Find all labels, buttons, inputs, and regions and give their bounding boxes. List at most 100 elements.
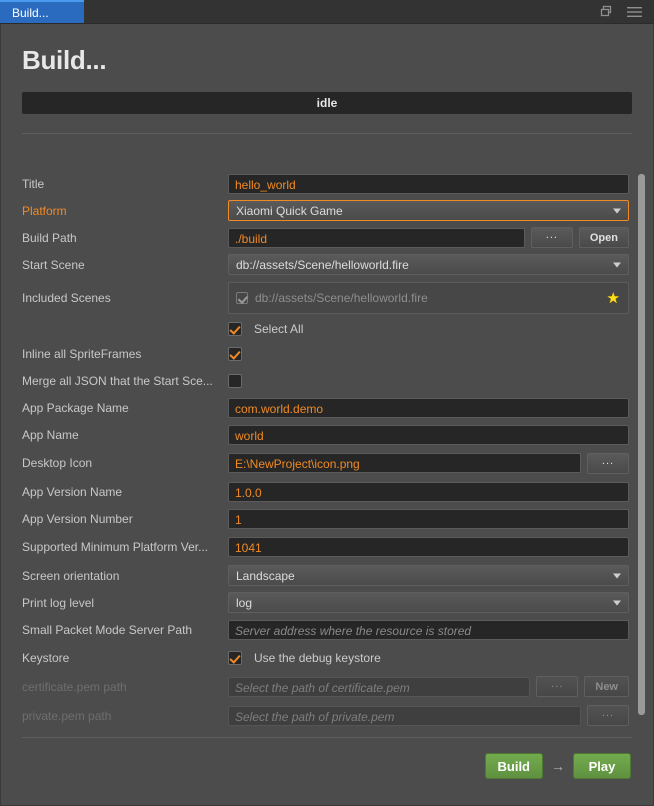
control-start-scene: db://assets/Scene/helloworld.fire [228, 254, 629, 275]
title-input[interactable]: hello_world [228, 173, 629, 194]
settings-scrollbar-thumb[interactable] [638, 174, 645, 716]
control-app-package-name: com.world.demo [228, 397, 629, 418]
build-button[interactable]: Build [484, 753, 543, 779]
control-print-log-level: log [228, 592, 629, 613]
row-keystore: Keystore Use the debug keystore [22, 643, 629, 672]
label-start-scene: Start Scene [22, 257, 85, 272]
screen-orientation-select[interactable]: Landscape [228, 565, 629, 586]
row-server-path: Small Packet Mode Server Path Server add… [22, 616, 629, 643]
label-keystore: Keystore [22, 650, 70, 665]
control-app-name: world [228, 424, 629, 445]
control-platform: Xiaomi Quick Game [228, 200, 629, 221]
min-platform-version-input[interactable]: 1041 [228, 537, 629, 557]
platform-select[interactable]: Xiaomi Quick Game [228, 200, 629, 221]
app-version-name-input[interactable]: 1.0.0 [228, 481, 629, 502]
control-server-path: Server address where the resource is sto… [228, 619, 629, 640]
label-title: Title [22, 176, 45, 191]
row-desktop-icon: Desktop Icon E:\NewProject\icon.png ... [22, 448, 629, 478]
control-min-platform-version: 1041 [228, 537, 629, 557]
row-debug: Debug [22, 730, 629, 737]
label-merge-json: Merge all JSON that the Start Sce... [22, 373, 213, 388]
header-divider [22, 133, 632, 134]
chevron-down-icon [613, 262, 621, 267]
label-included-scenes: Included Scenes [22, 291, 111, 305]
settings-scrollbar[interactable] [638, 171, 645, 735]
label-platform: Platform [22, 203, 67, 218]
play-button[interactable]: Play [573, 753, 631, 779]
row-included-scenes: Included Scenes db://assets/Scene/hellow… [22, 278, 629, 318]
app-package-name-input[interactable]: com.world.demo [228, 397, 629, 418]
page-title: Build... [22, 45, 107, 75]
server-path-input[interactable]: Server address where the resource is sto… [228, 619, 629, 640]
included-scenes-list[interactable]: db://assets/Scene/helloworld.fire ★ [228, 282, 629, 314]
build-status-text: idle [316, 96, 338, 110]
build-path-open-button[interactable]: Open [578, 227, 629, 248]
label-desktop-icon: Desktop Icon [22, 456, 93, 470]
star-icon: ★ [606, 289, 620, 307]
desktop-icon-browse-button[interactable]: ... [587, 452, 629, 474]
control-desktop-icon: E:\NewProject\icon.png ... [228, 452, 629, 474]
control-select-all: Select All [228, 322, 629, 336]
row-min-platform-version: Supported Minimum Platform Ver... 1041 [22, 532, 629, 562]
row-private-pem: private.pem path Select the path of priv… [22, 701, 629, 730]
platform-select-value: Xiaomi Quick Game [236, 203, 343, 218]
app-name-input[interactable]: world [228, 424, 629, 445]
tab-bar-spacer [84, 0, 600, 23]
footer: Build → Play [1, 737, 653, 805]
app-version-number-input[interactable]: 1 [228, 508, 629, 529]
control-certificate-pem: Select the path of certificate.pem ... N… [228, 676, 629, 697]
label-min-platform-version: Supported Minimum Platform Ver... [22, 540, 209, 554]
control-included-scenes: db://assets/Scene/helloworld.fire ★ [228, 282, 629, 314]
restore-window-icon[interactable] [600, 5, 613, 18]
label-inline-spriteframes: Inline all SpriteFrames [22, 346, 142, 361]
control-screen-orientation: Landscape [228, 565, 629, 586]
screen-orientation-select-value: Landscape [236, 568, 295, 583]
control-build-path: ./build ... Open [228, 227, 629, 248]
control-keystore: Use the debug keystore [228, 650, 629, 665]
chevron-down-icon [613, 573, 621, 578]
label-app-version-name: App Version Name [22, 484, 123, 499]
control-merge-json [228, 373, 629, 388]
row-start-scene: Start Scene db://assets/Scene/helloworld… [22, 251, 629, 278]
scene-item-checkbox[interactable] [236, 292, 248, 304]
label-build-path: Build Path [22, 230, 77, 245]
build-panel: Build... idle Title hello_world Platform… [0, 24, 654, 806]
control-private-pem: Select the path of private.pem ... [228, 705, 629, 726]
tab-bar: Build... [0, 0, 654, 24]
select-all-checkbox[interactable] [228, 322, 242, 336]
start-scene-select[interactable]: db://assets/Scene/helloworld.fire [228, 254, 629, 275]
settings-scroll-area[interactable]: Title hello_world Platform Xiaomi Quick … [1, 170, 653, 737]
private-pem-input[interactable]: Select the path of private.pem [228, 705, 581, 726]
certificate-pem-input[interactable]: Select the path of certificate.pem [228, 676, 531, 697]
row-platform: Platform Xiaomi Quick Game [22, 197, 629, 224]
merge-json-checkbox[interactable] [228, 373, 242, 388]
certificate-pem-browse-button[interactable]: ... [536, 676, 579, 697]
build-path-browse-button[interactable]: ... [530, 227, 573, 248]
row-certificate-pem: certificate.pem path Select the path of … [22, 672, 629, 701]
certificate-pem-new-button[interactable]: New [584, 676, 629, 697]
scene-item-label: db://assets/Scene/helloworld.fire [255, 291, 428, 305]
inline-spriteframes-checkbox[interactable] [228, 346, 242, 361]
row-app-version-name: App Version Name 1.0.0 [22, 478, 629, 505]
row-screen-orientation: Screen orientation Landscape [22, 562, 629, 589]
label-server-path: Small Packet Mode Server Path [22, 622, 193, 637]
debug-keystore-checkbox[interactable] [228, 650, 242, 665]
desktop-icon-input[interactable]: E:\NewProject\icon.png [228, 453, 581, 473]
tab-build[interactable]: Build... [0, 0, 84, 23]
row-build-path: Build Path ./build ... Open [22, 224, 629, 251]
build-path-input[interactable]: ./build [228, 227, 525, 248]
label-screen-orientation: Screen orientation [22, 568, 120, 583]
label-app-version-number: App Version Number [22, 511, 133, 526]
arrow-right-icon: → [551, 758, 565, 774]
hamburger-menu-icon[interactable] [627, 6, 642, 18]
build-status-bar: idle [22, 92, 632, 114]
label-app-name: App Name [22, 427, 79, 442]
chevron-down-icon [613, 600, 621, 605]
select-all-label: Select All [254, 322, 304, 336]
label-private-pem: private.pem path [22, 708, 112, 723]
label-print-log-level: Print log level [22, 595, 95, 610]
row-app-version-number: App Version Number 1 [22, 505, 629, 532]
control-inline-spriteframes [228, 346, 629, 361]
private-pem-browse-button[interactable]: ... [587, 705, 629, 726]
print-log-level-select[interactable]: log [228, 592, 629, 613]
